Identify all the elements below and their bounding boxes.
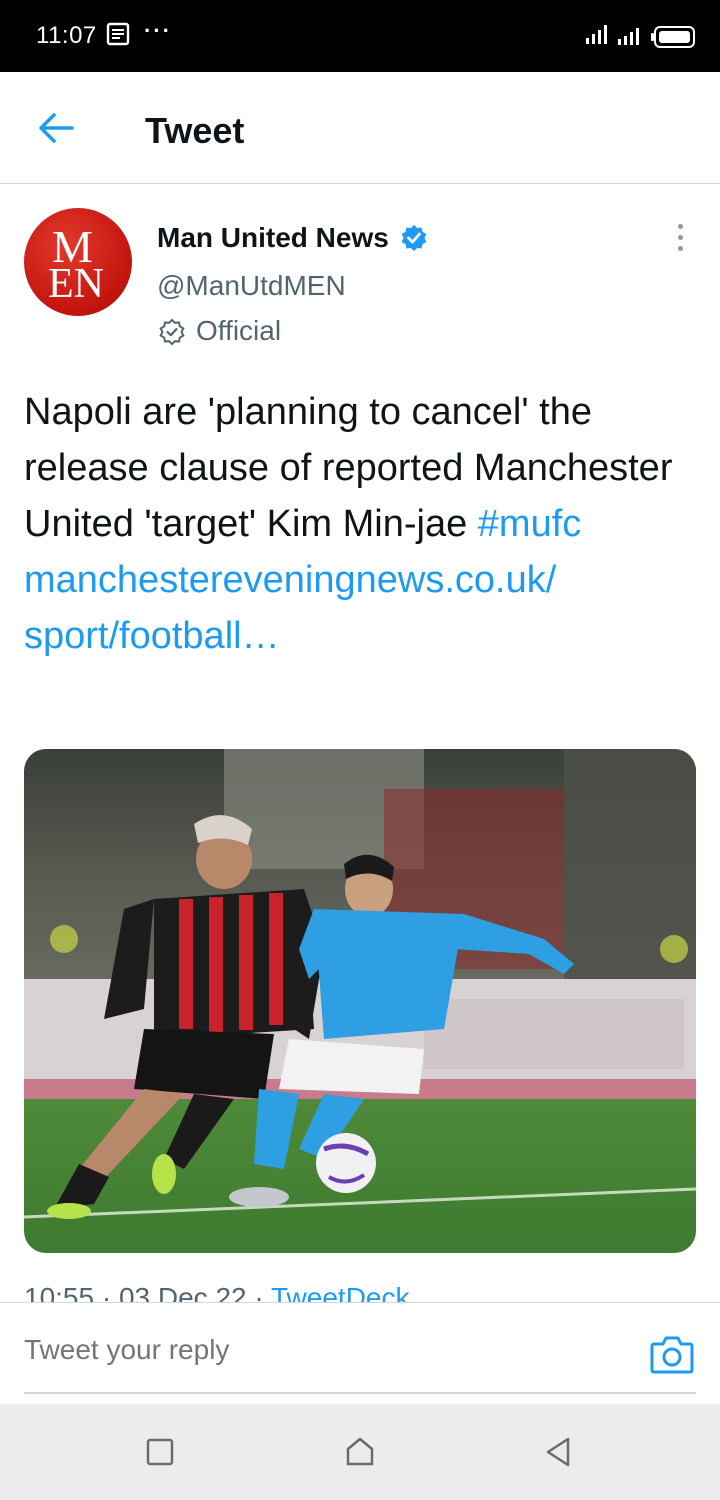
tweet-time: 10:55 bbox=[24, 1282, 95, 1302]
meta-separator: · bbox=[94, 1282, 119, 1302]
author-avatar[interactable]: M EN bbox=[24, 208, 132, 316]
battery-icon bbox=[651, 26, 695, 48]
system-nav-bar bbox=[0, 1404, 720, 1500]
avatar-logo-bottom: EN bbox=[48, 261, 104, 307]
verified-badge-icon bbox=[401, 225, 427, 251]
tweet-source-link[interactable]: TweetDeck bbox=[271, 1282, 410, 1302]
author-handle: @ManUtdMEN bbox=[157, 270, 346, 301]
status-more: ··· bbox=[144, 18, 172, 43]
page-title: Tweet bbox=[145, 110, 245, 151]
tweet-text: Napoli are 'planning to cancel' the rele… bbox=[24, 384, 696, 664]
reply-underline bbox=[24, 1392, 696, 1394]
camera-icon[interactable] bbox=[650, 1334, 694, 1374]
back-triangle-icon[interactable] bbox=[542, 1436, 574, 1468]
hashtag-link[interactable]: #mufc bbox=[478, 503, 581, 545]
signal-icon bbox=[586, 25, 607, 44]
top-app-bar: Tweet bbox=[0, 72, 720, 184]
reply-divider bbox=[0, 1302, 720, 1303]
football-match-photo bbox=[24, 749, 696, 1253]
home-icon[interactable] bbox=[344, 1436, 376, 1468]
more-options-icon[interactable] bbox=[668, 224, 692, 258]
recents-square-icon[interactable] bbox=[144, 1436, 176, 1468]
author-name[interactable]: Man United News bbox=[157, 222, 389, 254]
article-link-line2[interactable]: sport/football… bbox=[24, 615, 280, 657]
arrow-left-icon[interactable] bbox=[36, 110, 76, 146]
official-badge-icon bbox=[159, 318, 185, 346]
notification-icon bbox=[106, 22, 130, 46]
tweet-photo[interactable] bbox=[24, 749, 696, 1253]
tweet-date: 03 Dec 22 bbox=[118, 1282, 247, 1302]
wifi-icon bbox=[618, 28, 639, 45]
official-label: Official bbox=[196, 315, 282, 346]
status-time: 11:07 bbox=[36, 22, 97, 49]
tweet-meta: 10:55 · 03 Dec 22 · TweetDeck bbox=[24, 1278, 696, 1302]
article-link-line1[interactable]: manchestereveningnews.co.uk/ bbox=[24, 559, 556, 601]
reply-input[interactable] bbox=[24, 1334, 624, 1366]
meta-separator: · bbox=[246, 1282, 271, 1302]
status-bar: 11:07 ··· bbox=[0, 0, 720, 72]
